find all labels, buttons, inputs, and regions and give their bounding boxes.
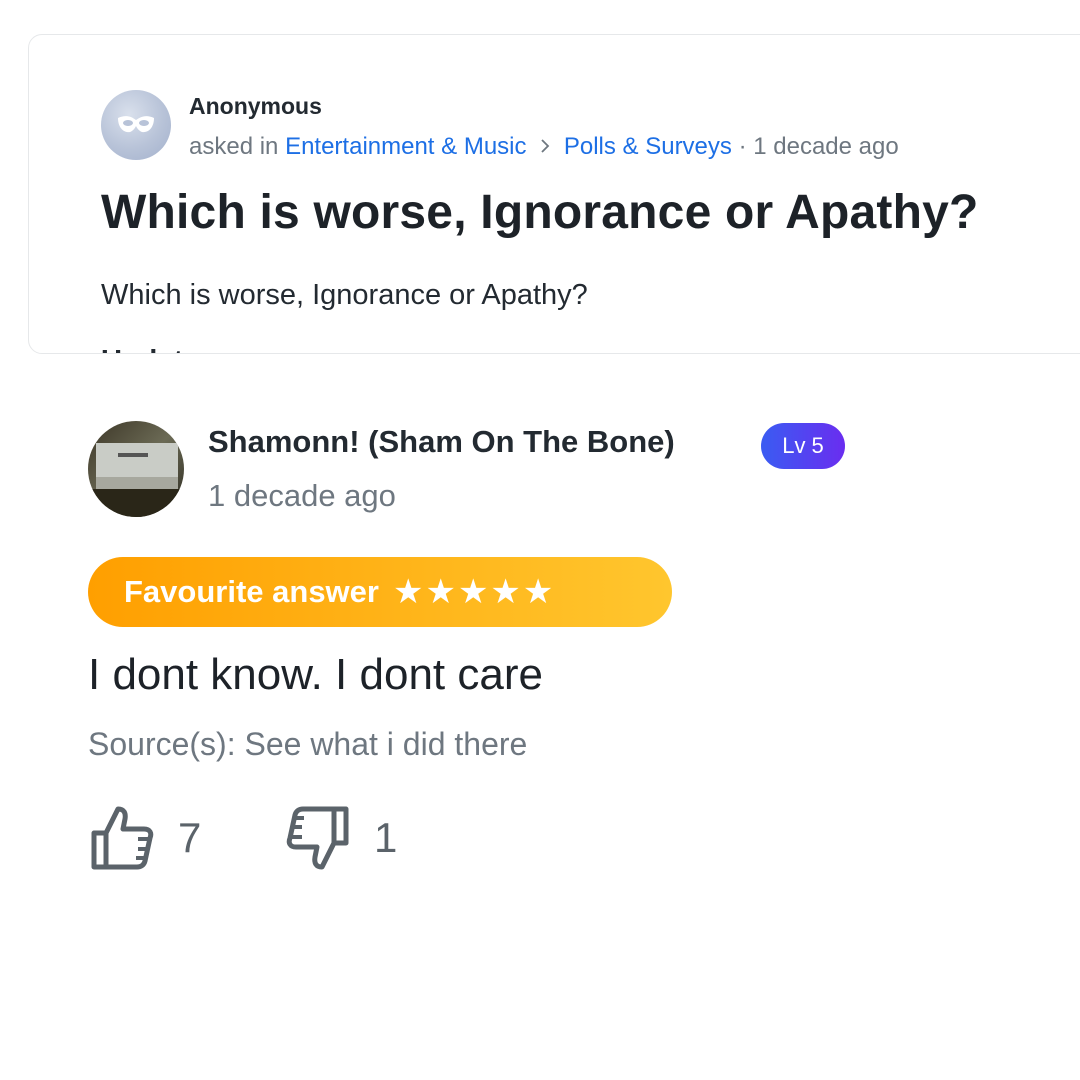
question-time: 1 decade ago <box>753 133 899 160</box>
question-card: Anonymous asked in Entertainment & Music… <box>28 34 1080 354</box>
star-rating-icon: ★★★★★ <box>392 573 556 611</box>
anonymous-avatar[interactable] <box>101 90 171 160</box>
thumbs-up-icon <box>91 806 154 870</box>
answer-source: Source(s): See what i did there <box>88 726 528 762</box>
category-link[interactable]: Entertainment & Music <box>285 133 526 160</box>
asked-in-line: asked in Entertainment & Music Polls & S… <box>189 133 899 162</box>
question-title: Which is worse, Ignorance or Apathy? <box>101 186 979 239</box>
answerer-photo <box>88 421 184 517</box>
answer-time: 1 decade ago <box>208 478 396 513</box>
thumbs-up-count: 7 <box>178 814 202 861</box>
subcategory-link[interactable]: Polls & Surveys <box>564 133 732 160</box>
favourite-answer-badge: Favourite answer ★★★★★ <box>88 557 672 627</box>
thumbs-down-button[interactable]: 1 <box>282 803 397 873</box>
answerer-name[interactable]: Shamonn! (Sham On The Bone) <box>208 424 675 460</box>
asked-in-label: asked in <box>189 133 279 160</box>
asker-name[interactable]: Anonymous <box>189 93 322 120</box>
thumbs-down-icon <box>286 806 349 870</box>
answerer-avatar[interactable] <box>88 421 184 517</box>
thumbs-up-button[interactable]: 7 <box>88 803 201 873</box>
question-body: Which is worse, Ignorance or Apathy? <box>101 279 588 311</box>
separator-dot: · <box>738 133 747 160</box>
chevron-right-icon <box>539 134 551 162</box>
answer-text: I dont know. I dont care <box>88 650 543 699</box>
question-update-label: Update <box>101 345 199 353</box>
favourite-label: Favourite answer <box>124 574 379 609</box>
thumbs-down-count: 1 <box>374 814 398 861</box>
level-badge: Lv 5 <box>761 423 845 469</box>
mask-icon <box>118 116 154 133</box>
